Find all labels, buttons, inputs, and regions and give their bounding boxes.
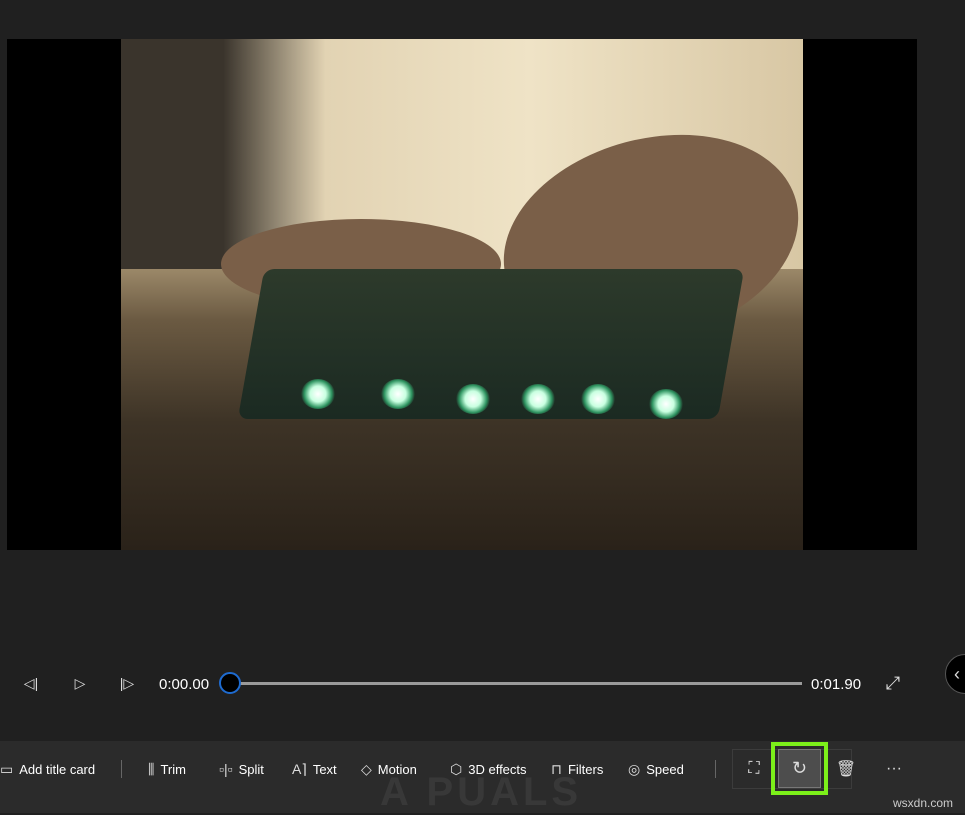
previous-frame-button[interactable]: ◁| — [17, 669, 45, 697]
filters-button[interactable]: ⊓ Filters — [551, 760, 603, 778]
3d-effects-button[interactable]: ⬡ 3D effects — [450, 760, 527, 778]
delete-icon[interactable]: 🗑 — [832, 755, 860, 783]
motion-button[interactable]: ◇ Motion — [361, 760, 417, 778]
speed-icon: ◎ — [628, 760, 641, 777]
divider — [715, 760, 716, 778]
divider — [121, 760, 122, 778]
trim-button[interactable]: ⫼ Trim — [148, 760, 186, 778]
seek-thumb[interactable] — [219, 672, 241, 694]
rotate-highlight: ↻ — [771, 742, 828, 795]
speed-button[interactable]: ◎ Speed — [628, 760, 684, 778]
next-frame-button[interactable]: |▷ — [113, 669, 141, 697]
play-button[interactable]: ▷ — [66, 669, 94, 697]
crop-icon[interactable]: ⛶ — [740, 755, 768, 783]
video-preview — [7, 39, 917, 550]
motion-icon: ◇ — [361, 760, 372, 777]
fullscreen-icon[interactable]: ⤢ — [879, 669, 907, 697]
current-time: 0:00.00 — [159, 675, 210, 693]
split-icon: ▫|▫ — [219, 761, 233, 777]
trim-icon: ⫼ — [148, 760, 155, 777]
rotate-button[interactable]: ↻ — [778, 749, 821, 788]
text-button[interactable]: A⌉ Text — [292, 760, 337, 778]
title-card-icon: ▭ — [0, 760, 14, 777]
duration: 0:01.90 — [811, 675, 862, 693]
chevron-left-icon: ‹ — [954, 664, 960, 684]
rotate-icon: ↻ — [791, 758, 808, 778]
collapse-panel-button[interactable]: ‹ — [945, 654, 965, 694]
3d-effects-icon: ⬡ — [450, 760, 463, 777]
more-options-button[interactable]: ··· — [880, 755, 908, 783]
site-watermark: wsxdn.com — [893, 796, 954, 810]
seek-bar[interactable] — [230, 682, 802, 685]
text-icon: A⌉ — [292, 760, 307, 777]
add-title-card-button[interactable]: ▭ Add title card — [0, 760, 95, 778]
filters-icon: ⊓ — [551, 760, 562, 777]
split-button[interactable]: ▫|▫ Split — [219, 760, 264, 778]
video-frame — [121, 39, 803, 550]
